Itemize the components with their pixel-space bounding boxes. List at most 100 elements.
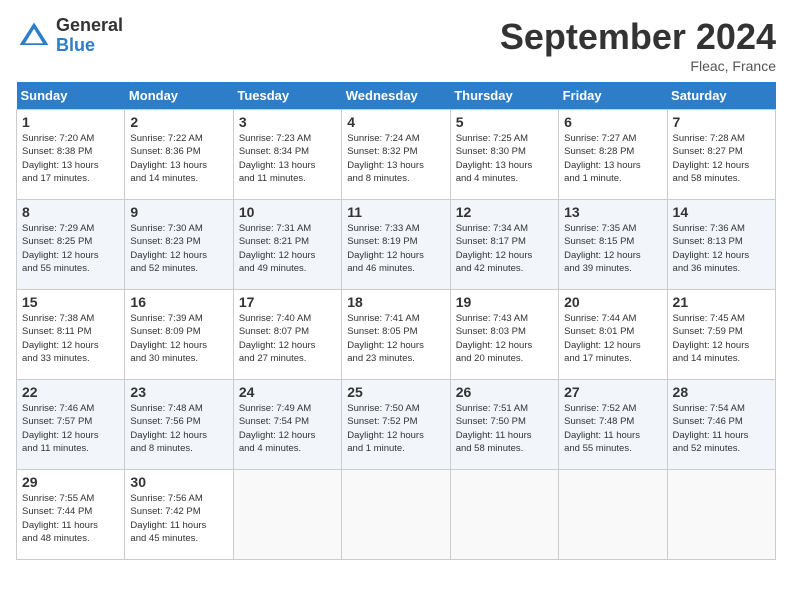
logo-icon	[16, 18, 52, 54]
day-number: 8	[22, 204, 119, 220]
day-number: 27	[564, 384, 661, 400]
day-info: Sunrise: 7:36 AM Sunset: 8:13 PM Dayligh…	[673, 222, 770, 275]
day-info: Sunrise: 7:41 AM Sunset: 8:05 PM Dayligh…	[347, 312, 444, 365]
day-info: Sunrise: 7:39 AM Sunset: 8:09 PM Dayligh…	[130, 312, 227, 365]
calendar-week-0: 1 Sunrise: 7:20 AM Sunset: 8:38 PM Daylig…	[17, 110, 776, 200]
day-number: 11	[347, 204, 444, 220]
day-number: 2	[130, 114, 227, 130]
day-number: 19	[456, 294, 553, 310]
day-info: Sunrise: 7:23 AM Sunset: 8:34 PM Dayligh…	[239, 132, 336, 185]
calendar-cell	[559, 470, 667, 560]
day-info: Sunrise: 7:20 AM Sunset: 8:38 PM Dayligh…	[22, 132, 119, 185]
col-friday: Friday	[559, 82, 667, 110]
col-thursday: Thursday	[450, 82, 558, 110]
calendar-cell: 13 Sunrise: 7:35 AM Sunset: 8:15 PM Dayli…	[559, 200, 667, 290]
col-monday: Monday	[125, 82, 233, 110]
calendar-week-3: 22 Sunrise: 7:46 AM Sunset: 7:57 PM Dayli…	[17, 380, 776, 470]
location: Fleac, France	[500, 58, 776, 74]
day-number: 23	[130, 384, 227, 400]
calendar-cell: 18 Sunrise: 7:41 AM Sunset: 8:05 PM Dayli…	[342, 290, 450, 380]
calendar-cell: 11Sunrise: 7:33 AM Sunset: 8:19 PM Dayli…	[342, 200, 450, 290]
day-number: 24	[239, 384, 336, 400]
calendar-cell: 6Sunrise: 7:27 AM Sunset: 8:28 PM Daylig…	[559, 110, 667, 200]
day-number: 13	[564, 204, 661, 220]
day-info: Sunrise: 7:54 AM Sunset: 7:46 PM Dayligh…	[673, 402, 770, 455]
day-number: 7	[673, 114, 770, 130]
calendar-cell: 4 Sunrise: 7:24 AM Sunset: 8:32 PM Daylig…	[342, 110, 450, 200]
col-saturday: Saturday	[667, 82, 775, 110]
calendar-cell	[342, 470, 450, 560]
day-info: Sunrise: 7:35 AM Sunset: 8:15 PM Dayligh…	[564, 222, 661, 275]
calendar-cell: 16Sunrise: 7:39 AM Sunset: 8:09 PM Dayli…	[125, 290, 233, 380]
calendar-week-4: 29 Sunrise: 7:55 AM Sunset: 7:44 PM Dayli…	[17, 470, 776, 560]
calendar-cell: 2Sunrise: 7:22 AM Sunset: 8:36 PM Daylig…	[125, 110, 233, 200]
calendar-cell: 5 Sunrise: 7:25 AM Sunset: 8:30 PM Daylig…	[450, 110, 558, 200]
col-sunday: Sunday	[17, 82, 125, 110]
day-info: Sunrise: 7:28 AM Sunset: 8:27 PM Dayligh…	[673, 132, 770, 185]
calendar-cell: 9 Sunrise: 7:30 AM Sunset: 8:23 PM Daylig…	[125, 200, 233, 290]
day-info: Sunrise: 7:40 AM Sunset: 8:07 PM Dayligh…	[239, 312, 336, 365]
day-number: 9	[130, 204, 227, 220]
calendar-week-1: 8Sunrise: 7:29 AM Sunset: 8:25 PM Daylig…	[17, 200, 776, 290]
day-info: Sunrise: 7:56 AM Sunset: 7:42 PM Dayligh…	[130, 492, 227, 545]
day-number: 25	[347, 384, 444, 400]
header-row: Sunday Monday Tuesday Wednesday Thursday…	[17, 82, 776, 110]
calendar-cell: 21Sunrise: 7:45 AM Sunset: 7:59 PM Dayli…	[667, 290, 775, 380]
day-info: Sunrise: 7:25 AM Sunset: 8:30 PM Dayligh…	[456, 132, 553, 185]
day-number: 14	[673, 204, 770, 220]
month-title: September 2024	[500, 16, 776, 58]
calendar-cell: 22 Sunrise: 7:46 AM Sunset: 7:57 PM Dayli…	[17, 380, 125, 470]
day-info: Sunrise: 7:50 AM Sunset: 7:52 PM Dayligh…	[347, 402, 444, 455]
page-header: General Blue September 2024 Fleac, Franc…	[16, 16, 776, 74]
title-block: September 2024 Fleac, France	[500, 16, 776, 74]
calendar-cell: 7 Sunrise: 7:28 AM Sunset: 8:27 PM Daylig…	[667, 110, 775, 200]
calendar-cell: 28Sunrise: 7:54 AM Sunset: 7:46 PM Dayli…	[667, 380, 775, 470]
calendar-cell: 1 Sunrise: 7:20 AM Sunset: 8:38 PM Daylig…	[17, 110, 125, 200]
day-info: Sunrise: 7:24 AM Sunset: 8:32 PM Dayligh…	[347, 132, 444, 185]
day-info: Sunrise: 7:34 AM Sunset: 8:17 PM Dayligh…	[456, 222, 553, 275]
day-info: Sunrise: 7:48 AM Sunset: 7:56 PM Dayligh…	[130, 402, 227, 455]
calendar-cell: 8Sunrise: 7:29 AM Sunset: 8:25 PM Daylig…	[17, 200, 125, 290]
day-info: Sunrise: 7:31 AM Sunset: 8:21 PM Dayligh…	[239, 222, 336, 275]
day-number: 22	[22, 384, 119, 400]
day-number: 17	[239, 294, 336, 310]
day-info: Sunrise: 7:49 AM Sunset: 7:54 PM Dayligh…	[239, 402, 336, 455]
calendar-cell: 24 Sunrise: 7:49 AM Sunset: 7:54 PM Dayli…	[233, 380, 341, 470]
calendar-cell: 19 Sunrise: 7:43 AM Sunset: 8:03 PM Dayli…	[450, 290, 558, 380]
logo-blue: Blue	[56, 36, 123, 56]
calendar-cell: 20 Sunrise: 7:44 AM Sunset: 8:01 PM Dayli…	[559, 290, 667, 380]
calendar-cell: 14 Sunrise: 7:36 AM Sunset: 8:13 PM Dayli…	[667, 200, 775, 290]
day-number: 1	[22, 114, 119, 130]
day-number: 5	[456, 114, 553, 130]
day-number: 18	[347, 294, 444, 310]
day-info: Sunrise: 7:38 AM Sunset: 8:11 PM Dayligh…	[22, 312, 119, 365]
calendar-cell: 10Sunrise: 7:31 AM Sunset: 8:21 PM Dayli…	[233, 200, 341, 290]
day-info: Sunrise: 7:55 AM Sunset: 7:44 PM Dayligh…	[22, 492, 119, 545]
day-number: 30	[130, 474, 227, 490]
calendar-cell: 29 Sunrise: 7:55 AM Sunset: 7:44 PM Dayli…	[17, 470, 125, 560]
day-number: 29	[22, 474, 119, 490]
logo: General Blue	[16, 16, 123, 56]
logo-general: General	[56, 16, 123, 36]
day-info: Sunrise: 7:43 AM Sunset: 8:03 PM Dayligh…	[456, 312, 553, 365]
day-info: Sunrise: 7:45 AM Sunset: 7:59 PM Dayligh…	[673, 312, 770, 365]
calendar-week-2: 15 Sunrise: 7:38 AM Sunset: 8:11 PM Dayli…	[17, 290, 776, 380]
day-info: Sunrise: 7:52 AM Sunset: 7:48 PM Dayligh…	[564, 402, 661, 455]
calendar-cell: 23 Sunrise: 7:48 AM Sunset: 7:56 PM Dayli…	[125, 380, 233, 470]
day-number: 20	[564, 294, 661, 310]
calendar-cell: 3 Sunrise: 7:23 AM Sunset: 8:34 PM Daylig…	[233, 110, 341, 200]
day-number: 15	[22, 294, 119, 310]
calendar-cell: 12Sunrise: 7:34 AM Sunset: 8:17 PM Dayli…	[450, 200, 558, 290]
day-number: 26	[456, 384, 553, 400]
calendar-cell: 25 Sunrise: 7:50 AM Sunset: 7:52 PM Dayli…	[342, 380, 450, 470]
col-wednesday: Wednesday	[342, 82, 450, 110]
day-number: 3	[239, 114, 336, 130]
calendar-cell: 30 Sunrise: 7:56 AM Sunset: 7:42 PM Dayli…	[125, 470, 233, 560]
logo-text: General Blue	[56, 16, 123, 56]
day-number: 4	[347, 114, 444, 130]
calendar-cell	[667, 470, 775, 560]
col-tuesday: Tuesday	[233, 82, 341, 110]
day-info: Sunrise: 7:44 AM Sunset: 8:01 PM Dayligh…	[564, 312, 661, 365]
day-info: Sunrise: 7:46 AM Sunset: 7:57 PM Dayligh…	[22, 402, 119, 455]
day-info: Sunrise: 7:30 AM Sunset: 8:23 PM Dayligh…	[130, 222, 227, 275]
